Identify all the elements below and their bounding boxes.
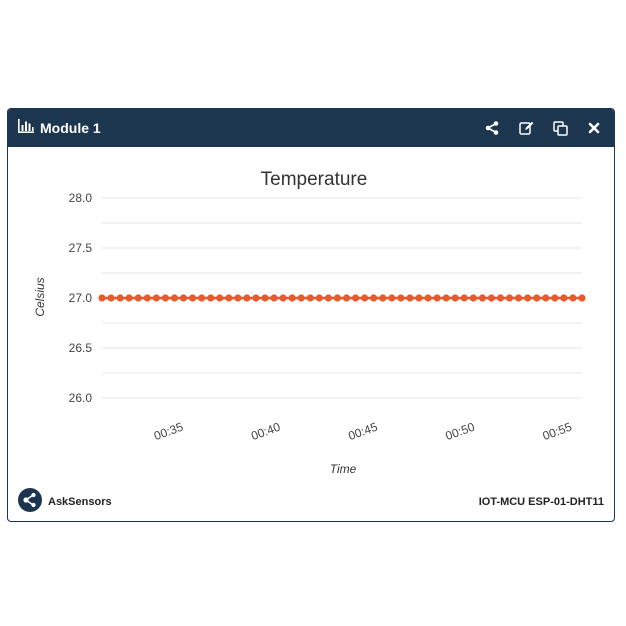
data-point xyxy=(116,294,124,302)
data-point xyxy=(270,294,278,302)
y-tick-label: 26.0 xyxy=(69,391,93,405)
share-icon[interactable] xyxy=(482,118,502,138)
chart-title: Temperature xyxy=(261,169,368,190)
data-point xyxy=(560,294,568,302)
data-point xyxy=(578,294,586,302)
x-tick-label: 00:35 xyxy=(152,420,185,444)
y-tick-label: 27.5 xyxy=(69,241,93,255)
data-point xyxy=(524,294,532,302)
data-point xyxy=(98,294,106,302)
close-icon[interactable] xyxy=(584,118,604,138)
data-point xyxy=(351,294,360,302)
asksensors-logo-icon xyxy=(18,487,42,517)
data-point xyxy=(451,294,459,302)
data-point xyxy=(252,294,260,302)
data-point xyxy=(505,294,514,302)
device-name: IOT-MCU ESP-01-DHT11 xyxy=(478,496,604,508)
data-point xyxy=(216,294,224,302)
temperature-chart: Temperature 28.0 27.5 27.0 26.5 26.0 00:35 00… xyxy=(8,147,614,479)
data-point xyxy=(469,294,477,302)
chart-svg: Temperature 28.027.527.026.526.0 00:35 00… xyxy=(33,169,586,476)
module-footer: AskSensors IOT-MCU ESP-01-DHT11 xyxy=(8,483,614,521)
data-point xyxy=(306,294,314,302)
data-point xyxy=(279,294,287,302)
x-axis-ticks: 00:35 00:40 00:45 00:50 00:55 xyxy=(152,420,574,444)
data-point xyxy=(569,294,577,302)
x-tick-label: 00:40 xyxy=(249,420,282,444)
data-point xyxy=(406,294,414,302)
data-point xyxy=(134,294,142,302)
module-title-wrap: Module 1 xyxy=(18,118,482,138)
x-tick-label: 00:45 xyxy=(346,420,379,444)
data-point xyxy=(442,294,450,302)
data-point xyxy=(152,294,160,302)
brand-name: AskSensors xyxy=(48,496,112,508)
data-point xyxy=(415,294,423,302)
data-point xyxy=(342,294,351,302)
module-card: Module 1 Temperature 28.0 27.5 27.0 26.5… xyxy=(7,108,615,522)
x-tick-label: 00:55 xyxy=(541,420,574,444)
data-point xyxy=(161,294,169,302)
data-point xyxy=(288,294,296,302)
data-point xyxy=(188,294,197,302)
data-point xyxy=(361,294,369,302)
data-point xyxy=(207,294,215,302)
bar-chart-icon xyxy=(18,118,34,138)
data-point xyxy=(261,294,269,302)
data-point xyxy=(397,294,405,302)
y-tick-label: 27.0 xyxy=(69,291,93,305)
data-point xyxy=(460,294,468,302)
data-point xyxy=(143,294,151,302)
data-point xyxy=(125,294,133,302)
data-point xyxy=(225,294,233,302)
data-point xyxy=(297,294,305,302)
data-point xyxy=(243,294,251,302)
y-axis-ticks: 28.0 27.5 27.0 26.5 26.0 xyxy=(69,191,93,405)
data-point xyxy=(315,294,323,302)
data-point xyxy=(324,294,333,302)
data-point xyxy=(551,294,559,302)
module-header: Module 1 xyxy=(8,109,614,147)
data-point xyxy=(333,294,342,302)
data-point xyxy=(170,294,179,302)
data-point xyxy=(478,294,486,302)
data-point xyxy=(107,294,115,302)
x-axis-label: Time xyxy=(330,462,357,476)
data-point xyxy=(424,294,432,302)
y-tick-label: 28.0 xyxy=(69,191,93,205)
data-point xyxy=(388,294,396,302)
data-point xyxy=(515,294,523,302)
data-point xyxy=(179,294,188,302)
data-point xyxy=(370,294,378,302)
data-point xyxy=(198,294,206,302)
data-point xyxy=(379,294,387,302)
module-actions xyxy=(482,118,604,138)
data-point xyxy=(234,294,242,302)
brand: AskSensors xyxy=(18,487,479,517)
data-point xyxy=(542,294,550,302)
data-point xyxy=(487,294,496,302)
data-point xyxy=(533,294,541,302)
data-point xyxy=(433,294,441,302)
data-point xyxy=(496,294,505,302)
y-axis-label: Celsius xyxy=(33,277,47,316)
module-title: Module 1 xyxy=(40,120,101,136)
y-tick-label: 26.5 xyxy=(69,341,93,355)
edit-icon[interactable] xyxy=(516,118,536,138)
copy-icon[interactable] xyxy=(550,118,570,138)
temperature-series xyxy=(98,294,586,302)
x-tick-label: 00:50 xyxy=(444,420,477,444)
